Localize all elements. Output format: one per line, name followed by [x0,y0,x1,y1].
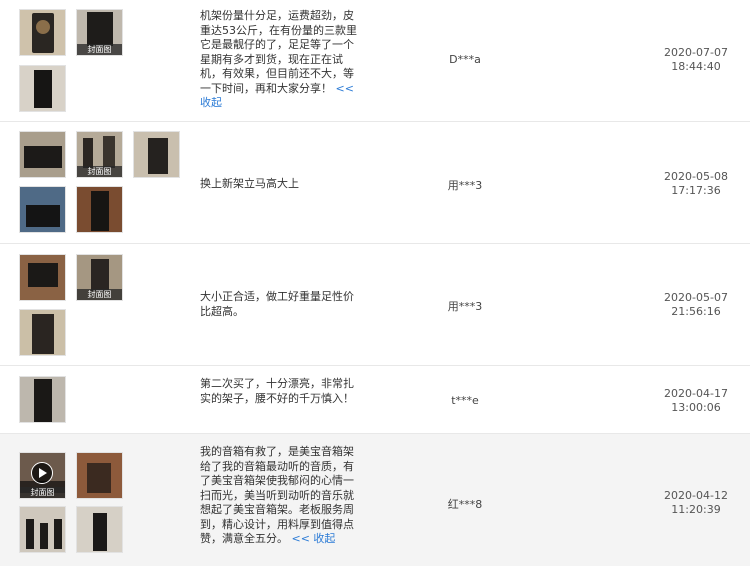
review-text: 机架份量什分足，运费超劲，皮重达53公斤，在有份量的三款里它是最靓仔的了，足足等… [200,9,364,111]
review-date: 2020-04-17 [664,387,728,400]
review-text-body: 大小正合适，做工好重量足性价比超高。 [200,290,354,318]
review-photo-cover[interactable]: 封面图 [76,254,123,301]
review-photo[interactable] [19,65,66,112]
review-row: 封面图 机架份量什分足，运费超劲，皮重达53公斤，在有份量的三款里它是最靓仔的了… [0,0,750,122]
review-row: 封面图 我的音箱有救了，是美宝音箱架给了我的音箱最动听的音质，有了美宝音箱架使我… [0,434,750,566]
review-photo[interactable] [19,9,66,56]
review-photo[interactable] [19,131,66,178]
cover-tag: 封面图 [77,166,122,177]
review-time: 18:44:40 [671,60,721,73]
cover-tag: 封面图 [77,289,122,300]
cover-tag: 封面图 [77,44,122,55]
review-time: 17:17:36 [671,184,721,197]
review-text-body: 机架份量什分足，运费超劲，皮重达53公斤，在有份量的三款里它是最靓仔的了，足足等… [200,9,357,95]
play-icon[interactable] [31,462,53,484]
review-user: t***e [451,394,479,407]
review-datetime: 2020-05-08 17:17:36 [648,170,744,198]
review-text: 换上新架立马高大上 [200,177,364,192]
review-photo[interactable] [19,376,66,423]
review-video-cover[interactable]: 封面图 [19,452,66,499]
review-photo-cover[interactable]: 封面图 [76,9,123,56]
review-photo[interactable] [76,452,123,499]
review-time: 11:20:39 [671,503,721,516]
review-photo[interactable] [19,186,66,233]
review-date: 2020-05-08 [664,170,728,183]
review-row: 封面图 大小正合适，做工好重量足性价比超高。 用***3 2020-05-07 … [0,244,750,366]
review-text: 我的音箱有救了，是美宝音箱架给了我的音箱最动听的音质，有了美宝音箱架使我郁闷的心… [200,445,364,547]
review-photo[interactable] [19,506,66,553]
review-photo[interactable] [133,131,180,178]
review-date: 2020-07-07 [664,46,728,59]
review-row: 封面图 换上新架立马高大上 用***3 2020-05-08 17:17:36 [0,122,750,244]
review-photo[interactable] [19,309,66,356]
review-text-body: 第二次买了，十分漂亮，非常扎实的架子，腰不好的千万慎入！ [200,377,354,405]
review-row: 第二次买了，十分漂亮，非常扎实的架子，腰不好的千万慎入！ t***e 2020-… [0,366,750,434]
review-datetime: 2020-04-12 11:20:39 [648,489,744,517]
review-user: D***a [449,53,481,66]
review-user: 用***3 [447,179,483,192]
review-time: 13:00:06 [671,401,721,414]
review-user: 红***8 [447,498,483,511]
review-text-body: 换上新架立马高大上 [200,177,299,190]
review-photo-cover[interactable]: 封面图 [76,131,123,178]
review-photo[interactable] [76,186,123,233]
review-text: 大小正合适，做工好重量足性价比超高。 [200,290,364,319]
review-date: 2020-05-07 [664,291,728,304]
review-photo[interactable] [19,254,66,301]
review-text-body: 我的音箱有救了，是美宝音箱架给了我的音箱最动听的音质，有了美宝音箱架使我郁闷的心… [200,445,354,545]
review-time: 21:56:16 [671,305,721,318]
review-user: 用***3 [447,300,483,313]
review-text: 第二次买了，十分漂亮，非常扎实的架子，腰不好的千万慎入！ [200,377,364,406]
collapse-link[interactable]: << 收起 [292,532,336,545]
review-date: 2020-04-12 [664,489,728,502]
review-list: 封面图 机架份量什分足，运费超劲，皮重达53公斤，在有份量的三款里它是最靓仔的了… [0,0,750,566]
cover-tag: 封面图 [20,487,65,498]
review-datetime: 2020-04-17 13:00:06 [648,387,744,415]
review-datetime: 2020-05-07 21:56:16 [648,291,744,319]
review-photo[interactable] [76,506,123,553]
review-datetime: 2020-07-07 18:44:40 [648,46,744,74]
